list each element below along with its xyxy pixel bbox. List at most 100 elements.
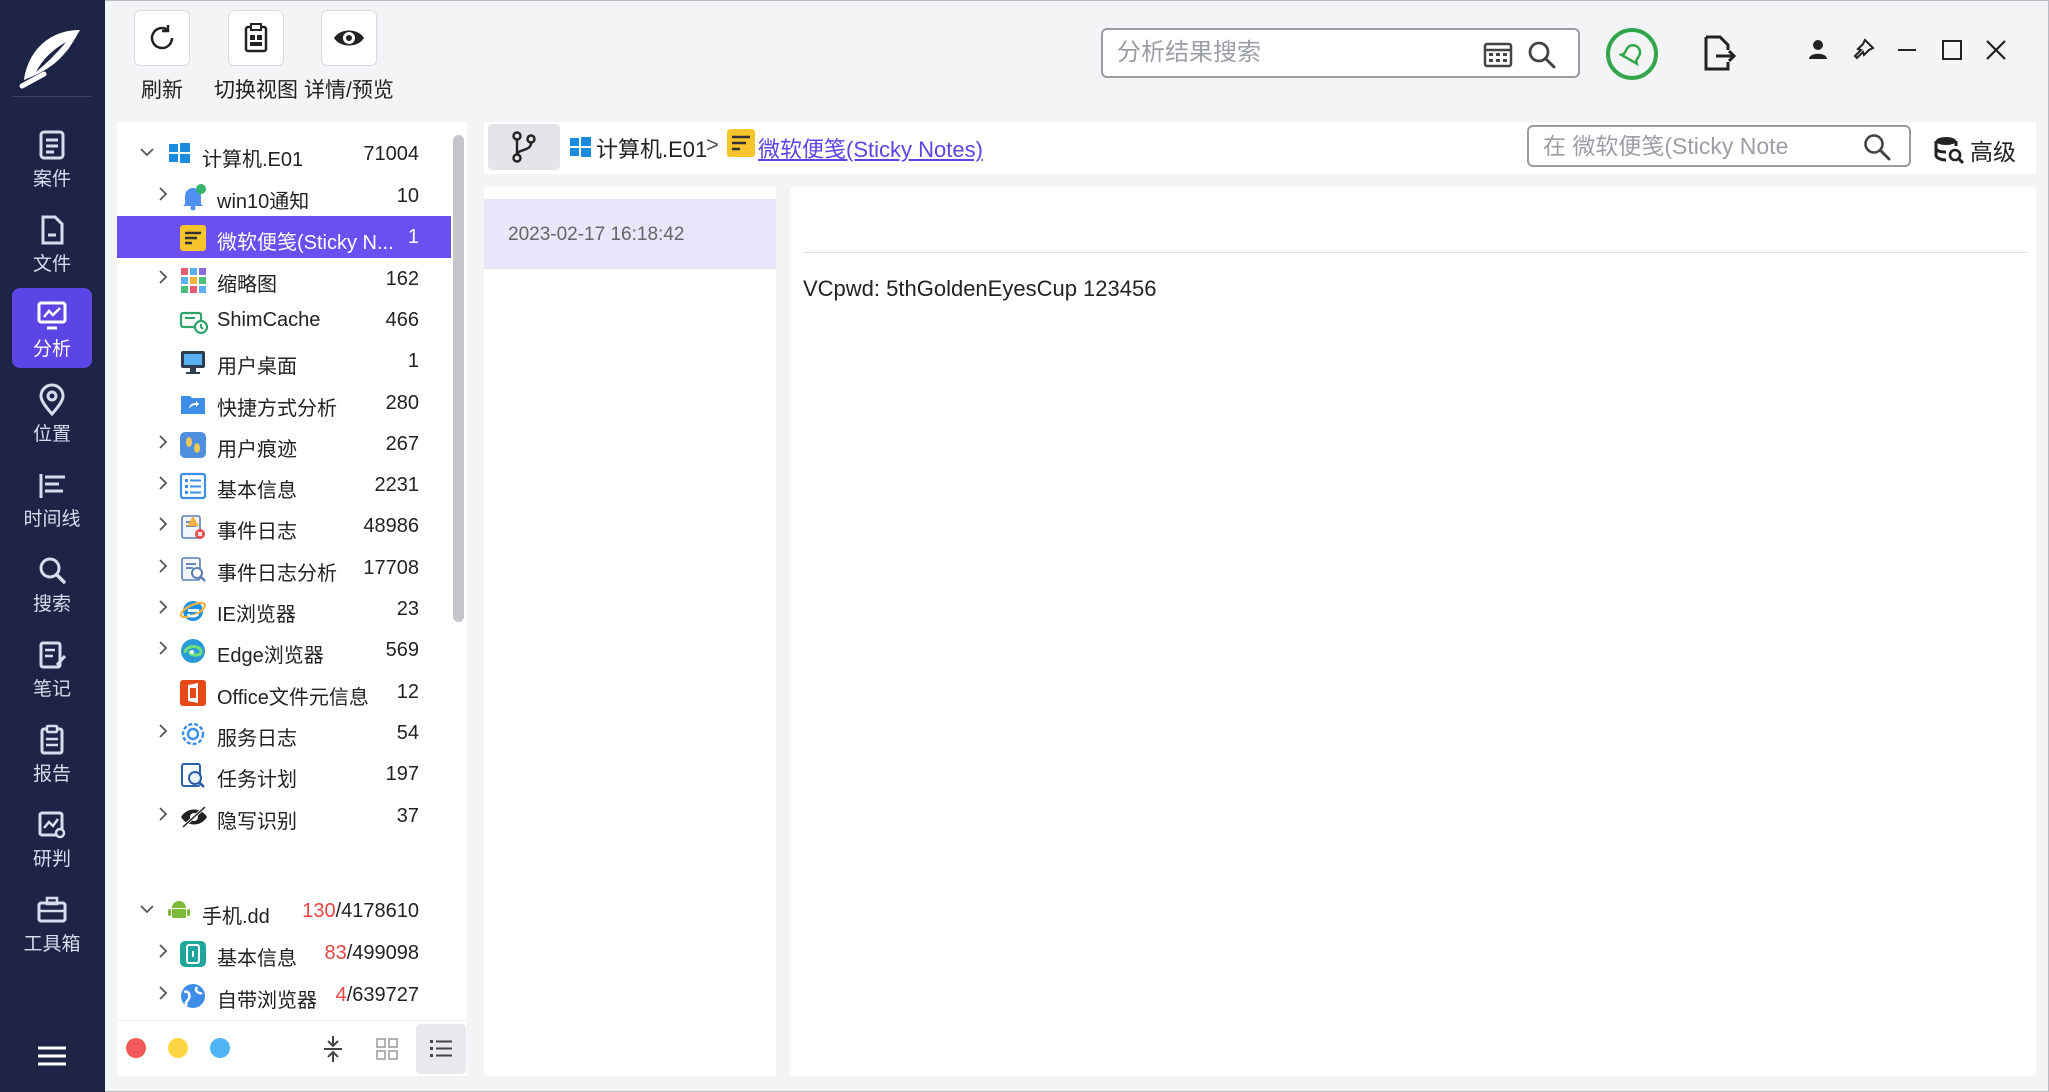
rail-item-label: 笔记: [32, 679, 71, 700]
sticky-note-icon: [179, 224, 207, 252]
tree-node[interactable]: 用户桌面 1: [117, 340, 451, 382]
chevron-right-icon[interactable]: [155, 475, 169, 495]
rail-item-search[interactable]: 搜索: [12, 543, 92, 623]
chevron-down-icon[interactable]: [139, 901, 154, 921]
tree-node[interactable]: win10通知 10: [117, 175, 451, 217]
ie-browser-icon: [179, 596, 207, 624]
rail-item-label: 文件: [32, 254, 71, 275]
export-button[interactable]: [1702, 34, 1737, 77]
filter-red-dot[interactable]: [126, 1038, 146, 1058]
rail-item-location[interactable]: 位置: [12, 373, 92, 453]
tree-node[interactable]: 微软便笺(Sticky N... 1: [117, 216, 451, 259]
refresh-button[interactable]: 刷新: [134, 10, 190, 104]
notification-bell-button[interactable]: [1606, 28, 1658, 80]
chevron-right-icon[interactable]: [155, 186, 169, 206]
tree-node-label: 快捷方式分析: [217, 397, 337, 420]
breadcrumb-separator: >: [706, 132, 719, 157]
rail-item-case[interactable]: 案件: [12, 118, 92, 198]
tree-node[interactable]: Office文件元信息 12: [117, 671, 451, 713]
edge-browser-icon: [179, 637, 207, 665]
service-gear-icon: [179, 720, 207, 748]
note-content: VCpwd: 5thGoldenEyesCup 123456: [803, 276, 1157, 301]
record-list: [484, 187, 776, 1076]
menu-icon[interactable]: [38, 1045, 66, 1072]
calendar-icon[interactable]: [1483, 40, 1513, 68]
count-total: /499098: [346, 942, 419, 964]
chevron-right-icon[interactable]: [155, 985, 169, 1005]
rail-item-files[interactable]: 文件: [12, 203, 92, 283]
chevron-right-icon[interactable]: [155, 599, 169, 619]
rail-item-analysis[interactable]: 分析: [12, 288, 92, 368]
tree-node-computer[interactable]: 计算机.E01 71004: [117, 133, 451, 175]
category-search-box: [1527, 125, 1911, 167]
tree-node[interactable]: 事件日志 48986: [117, 505, 451, 547]
rail-item-report[interactable]: 报告: [12, 713, 92, 793]
rail-item-label: 时间线: [23, 509, 81, 530]
tree-node[interactable]: 用户痕迹 267: [117, 423, 451, 465]
tree-node[interactable]: 服务日志 54: [117, 712, 451, 754]
analysis-search-input[interactable]: [1117, 38, 1457, 68]
chevron-right-icon[interactable]: [155, 558, 169, 578]
pin-icon[interactable]: [1851, 38, 1875, 67]
tree-node-label: 服务日志: [217, 727, 297, 750]
grid-view-button[interactable]: [362, 1024, 412, 1074]
chevron-right-icon[interactable]: [155, 723, 169, 743]
tree-node-label: 微软便笺(Sticky N...: [217, 232, 394, 255]
switch-view-button[interactable]: 切换视图: [214, 10, 298, 104]
rail-item-toolbox[interactable]: 工具箱: [12, 883, 92, 963]
rail-item-timeline[interactable]: 时间线: [12, 458, 92, 538]
tree-node[interactable]: 事件日志分析 17708: [117, 547, 451, 589]
chevron-right-icon[interactable]: [155, 434, 169, 454]
rail-item-notes[interactable]: 笔记: [12, 628, 92, 708]
tree-node[interactable]: 缩略图 162: [117, 258, 451, 300]
tree-node[interactable]: 隐写识别 37: [117, 795, 451, 837]
tree-node[interactable]: ShimCache 466: [117, 299, 451, 341]
chevron-right-icon[interactable]: [155, 806, 169, 826]
details-preview-button[interactable]: 详情/预览: [304, 10, 394, 104]
tree-node[interactable]: IE浏览器 23: [117, 588, 451, 630]
list-item[interactable]: 2023-02-17 16:18:42: [484, 199, 776, 269]
rail-item-label: 位置: [32, 424, 71, 445]
monitor-chart-icon: [37, 301, 67, 330]
advanced-search-button[interactable]: 高级: [1934, 133, 2016, 167]
tree-node[interactable]: 基本信息 2231: [117, 464, 451, 506]
breadcrumb-current[interactable]: 微软便笺(Sticky Notes): [758, 132, 983, 164]
details-preview-label: 详情/预览: [304, 79, 394, 102]
user-icon[interactable]: [1807, 38, 1829, 65]
tree-node[interactable]: Edge浏览器 569: [117, 629, 451, 671]
tree-node[interactable]: 快捷方式分析 280: [117, 382, 451, 424]
chevron-down-icon[interactable]: [139, 144, 154, 164]
tree-node-label: 用户桌面: [217, 356, 297, 379]
record-time: 2023-02-17 16:18:42: [508, 224, 685, 245]
chevron-right-icon[interactable]: [155, 516, 169, 536]
breadcrumb-root[interactable]: 计算机.E01: [596, 132, 707, 164]
tree-node-phone[interactable]: 手机.dd 130/4178610: [117, 890, 451, 932]
minimize-icon[interactable]: [1895, 38, 1919, 67]
tree-node-phone-basic[interactable]: 基本信息 83/499098: [117, 932, 451, 974]
case-icon: [39, 130, 65, 160]
list-view-button[interactable]: [416, 1024, 466, 1074]
desktop-icon: [179, 348, 207, 376]
filter-yellow-dot[interactable]: [168, 1038, 188, 1058]
tree-node-count: 10: [396, 185, 419, 207]
chevron-right-icon[interactable]: [155, 640, 169, 660]
steganography-eye-icon: [179, 803, 207, 831]
tree-scrollbar[interactable]: [453, 135, 464, 622]
close-icon[interactable]: [1984, 38, 2008, 67]
maximize-icon[interactable]: [1940, 38, 1964, 67]
export-file-icon: [1704, 35, 1737, 71]
tree-node-label: 隐写识别: [217, 810, 297, 833]
tree-node-phone-browser[interactable]: 自带浏览器 4/639727: [117, 974, 451, 1016]
chevron-right-icon[interactable]: [155, 269, 169, 289]
branch-button[interactable]: [488, 124, 560, 170]
footprint-icon: [179, 431, 207, 459]
tree-node[interactable]: 任务计划 197: [117, 753, 451, 795]
search-icon[interactable]: [1527, 40, 1557, 70]
category-search-input[interactable]: [1543, 132, 1853, 160]
chevron-right-icon[interactable]: [155, 943, 169, 963]
collapse-all-button[interactable]: [308, 1024, 358, 1074]
rail-item-research[interactable]: 研判: [12, 798, 92, 878]
filter-blue-dot[interactable]: [210, 1038, 230, 1058]
detail-divider: [803, 252, 2027, 253]
search-icon[interactable]: [1863, 133, 1891, 161]
